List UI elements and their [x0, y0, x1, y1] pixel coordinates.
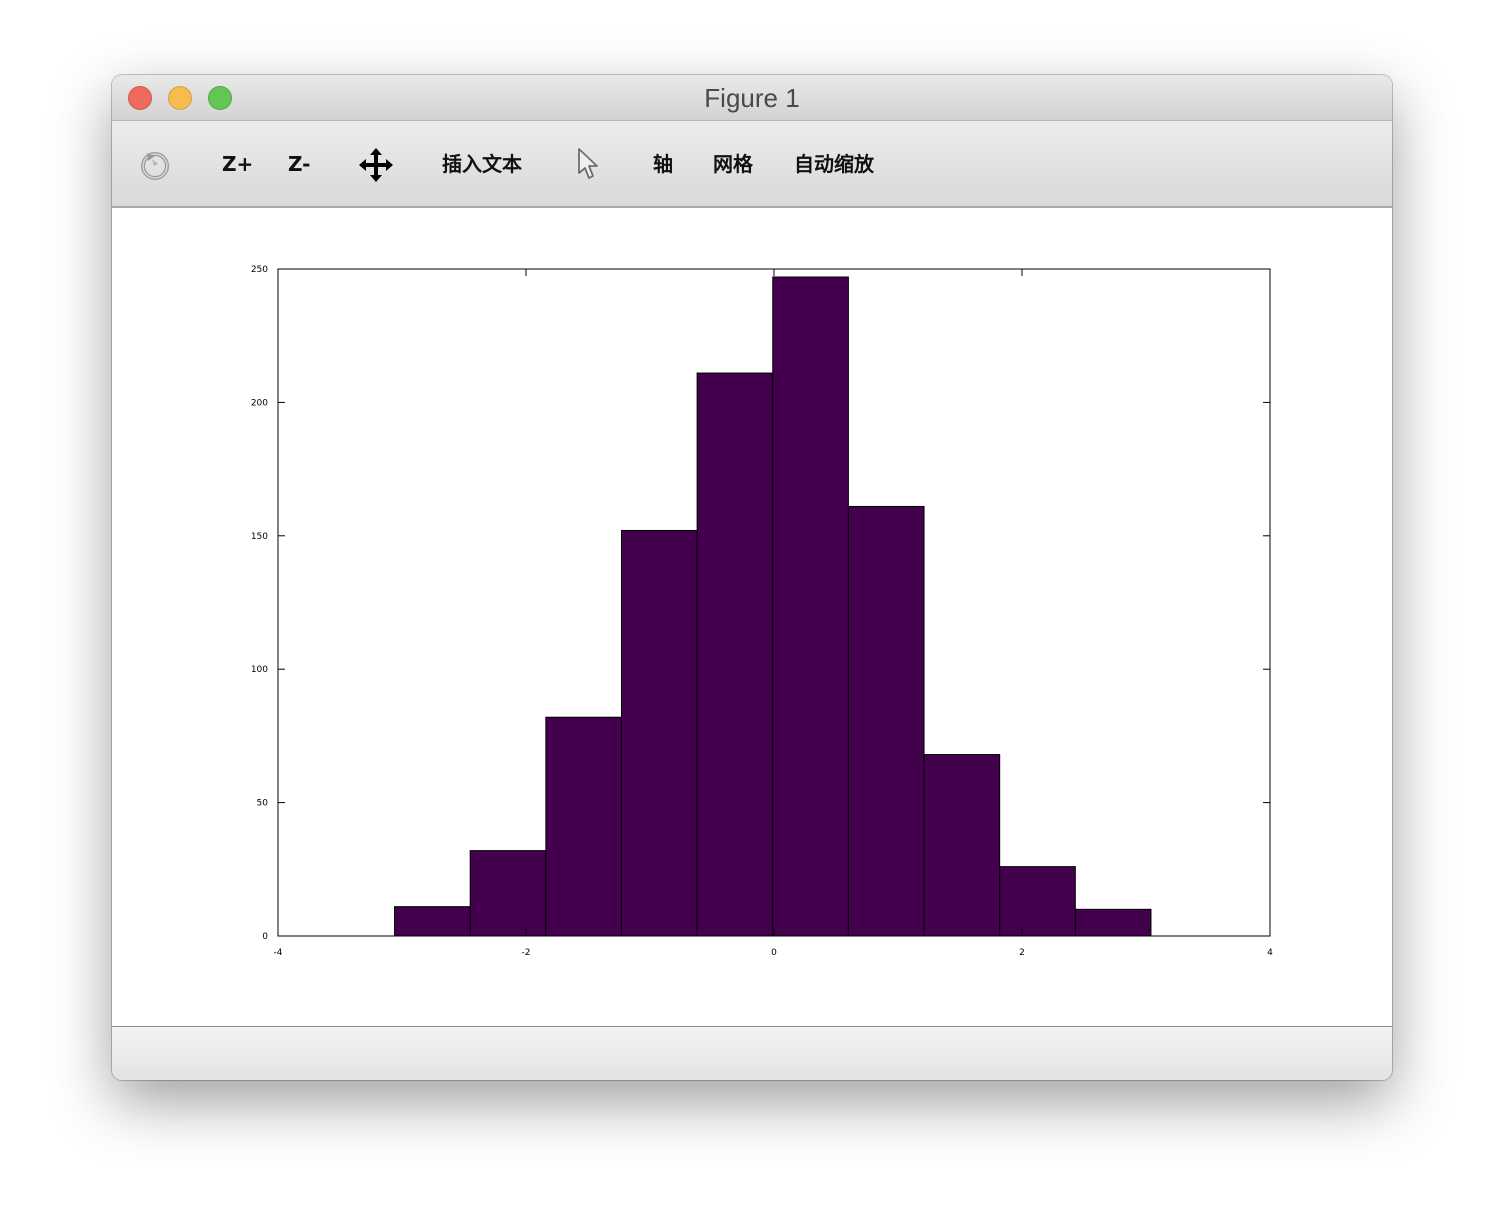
y-tick-label: 50	[257, 799, 269, 809]
histogram-bar	[847, 505, 925, 937]
select-button[interactable]	[576, 147, 602, 181]
x-tick-label: 4	[1267, 948, 1273, 958]
histogram-bar	[469, 850, 547, 937]
move-arrows-icon	[359, 148, 393, 182]
x-tick-label: 2	[1019, 948, 1025, 958]
y-tick-label: 100	[251, 665, 268, 675]
histogram-bar	[999, 866, 1076, 937]
y-tick-label: 200	[251, 398, 268, 408]
autoscale-button[interactable]: 自动缩放	[794, 151, 874, 177]
insert-text-button[interactable]: 插入文本	[442, 151, 522, 177]
zoom-in-button[interactable]: Z+	[222, 151, 253, 177]
rotate-button[interactable]	[138, 147, 174, 183]
figure-window: Figure 1 Z+ Z- 插入文本 轴 网格 自动缩放 -4 -2 0 2 …	[112, 75, 1392, 1080]
y-tick-label: 0	[262, 932, 268, 942]
status-bar	[112, 1026, 1392, 1080]
axis-button[interactable]: 轴	[653, 151, 673, 177]
histogram-bar	[1074, 908, 1152, 937]
y-tick-label: 150	[251, 532, 268, 542]
zoom-out-button[interactable]: Z-	[288, 151, 310, 177]
histogram-bar	[545, 716, 622, 937]
plot-canvas[interactable]: -4 -2 0 2 4 0 50 100 150 200 250	[112, 208, 1392, 1026]
histogram-chart: -4 -2 0 2 4 0 50 100 150 200 250	[251, 265, 1273, 958]
y-tick-label: 250	[251, 265, 268, 275]
histogram-bar	[696, 372, 774, 937]
x-tick-label: 0	[771, 948, 777, 958]
grid-button[interactable]: 网格	[713, 151, 753, 177]
x-tick-label: -4	[274, 948, 283, 958]
histogram-bar	[923, 754, 1001, 937]
pan-button[interactable]	[358, 147, 394, 183]
x-tick-label: -2	[522, 948, 531, 958]
figure-toolbar: Z+ Z- 插入文本 轴 网格 自动缩放	[112, 121, 1392, 208]
histogram-bar	[772, 276, 849, 937]
pointer-arrow-icon	[578, 148, 598, 179]
histogram-bar	[394, 906, 471, 937]
window-title: Figure 1	[704, 83, 800, 113]
title-bar[interactable]: Figure 1	[112, 75, 1392, 121]
histogram-bar	[620, 529, 698, 937]
rotate-icon	[141, 152, 169, 180]
